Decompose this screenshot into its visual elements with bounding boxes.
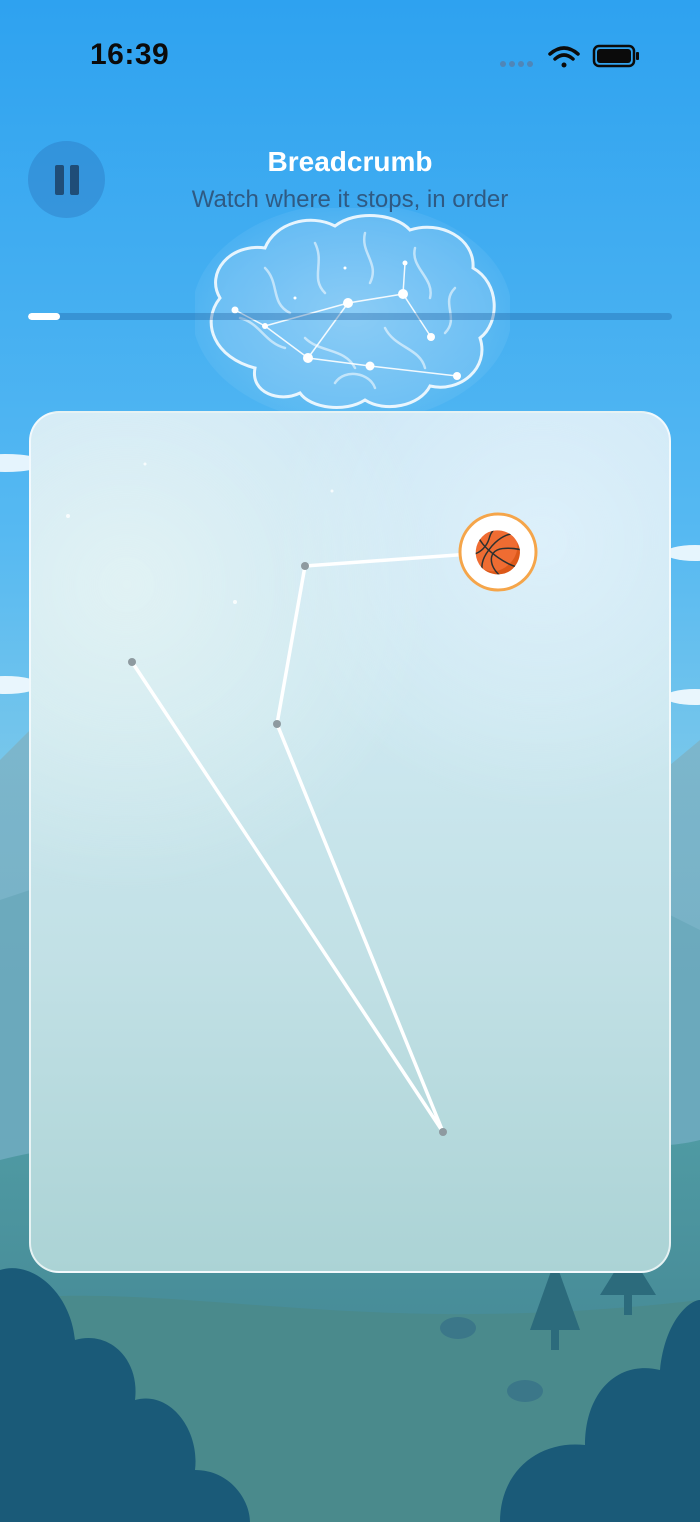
progress-fill xyxy=(28,313,61,320)
wifi-icon xyxy=(548,46,580,68)
status-bar: 16:39 xyxy=(0,0,700,110)
waypoint-dot xyxy=(301,562,309,570)
waypoint-dot xyxy=(439,1128,447,1136)
sparkles xyxy=(66,462,334,604)
status-icons xyxy=(500,44,639,68)
page-subtitle: Watch where it stops, in order xyxy=(191,186,509,213)
waypoint-dot xyxy=(128,658,136,666)
trail-line xyxy=(130,550,500,1134)
current-item-token[interactable]: 🏀 xyxy=(458,512,538,592)
progress-bar xyxy=(28,313,672,320)
path-canvas: 🏀 xyxy=(66,462,538,1136)
page-title: Breadcrumb xyxy=(267,146,433,177)
game-board[interactable]: 🏀 xyxy=(29,411,671,1273)
waypoint-dot xyxy=(273,720,281,728)
basketball-icon: 🏀 xyxy=(473,526,523,578)
status-time: 16:39 xyxy=(90,38,170,71)
battery-icon xyxy=(592,44,639,68)
signal-dots-icon xyxy=(500,61,533,67)
